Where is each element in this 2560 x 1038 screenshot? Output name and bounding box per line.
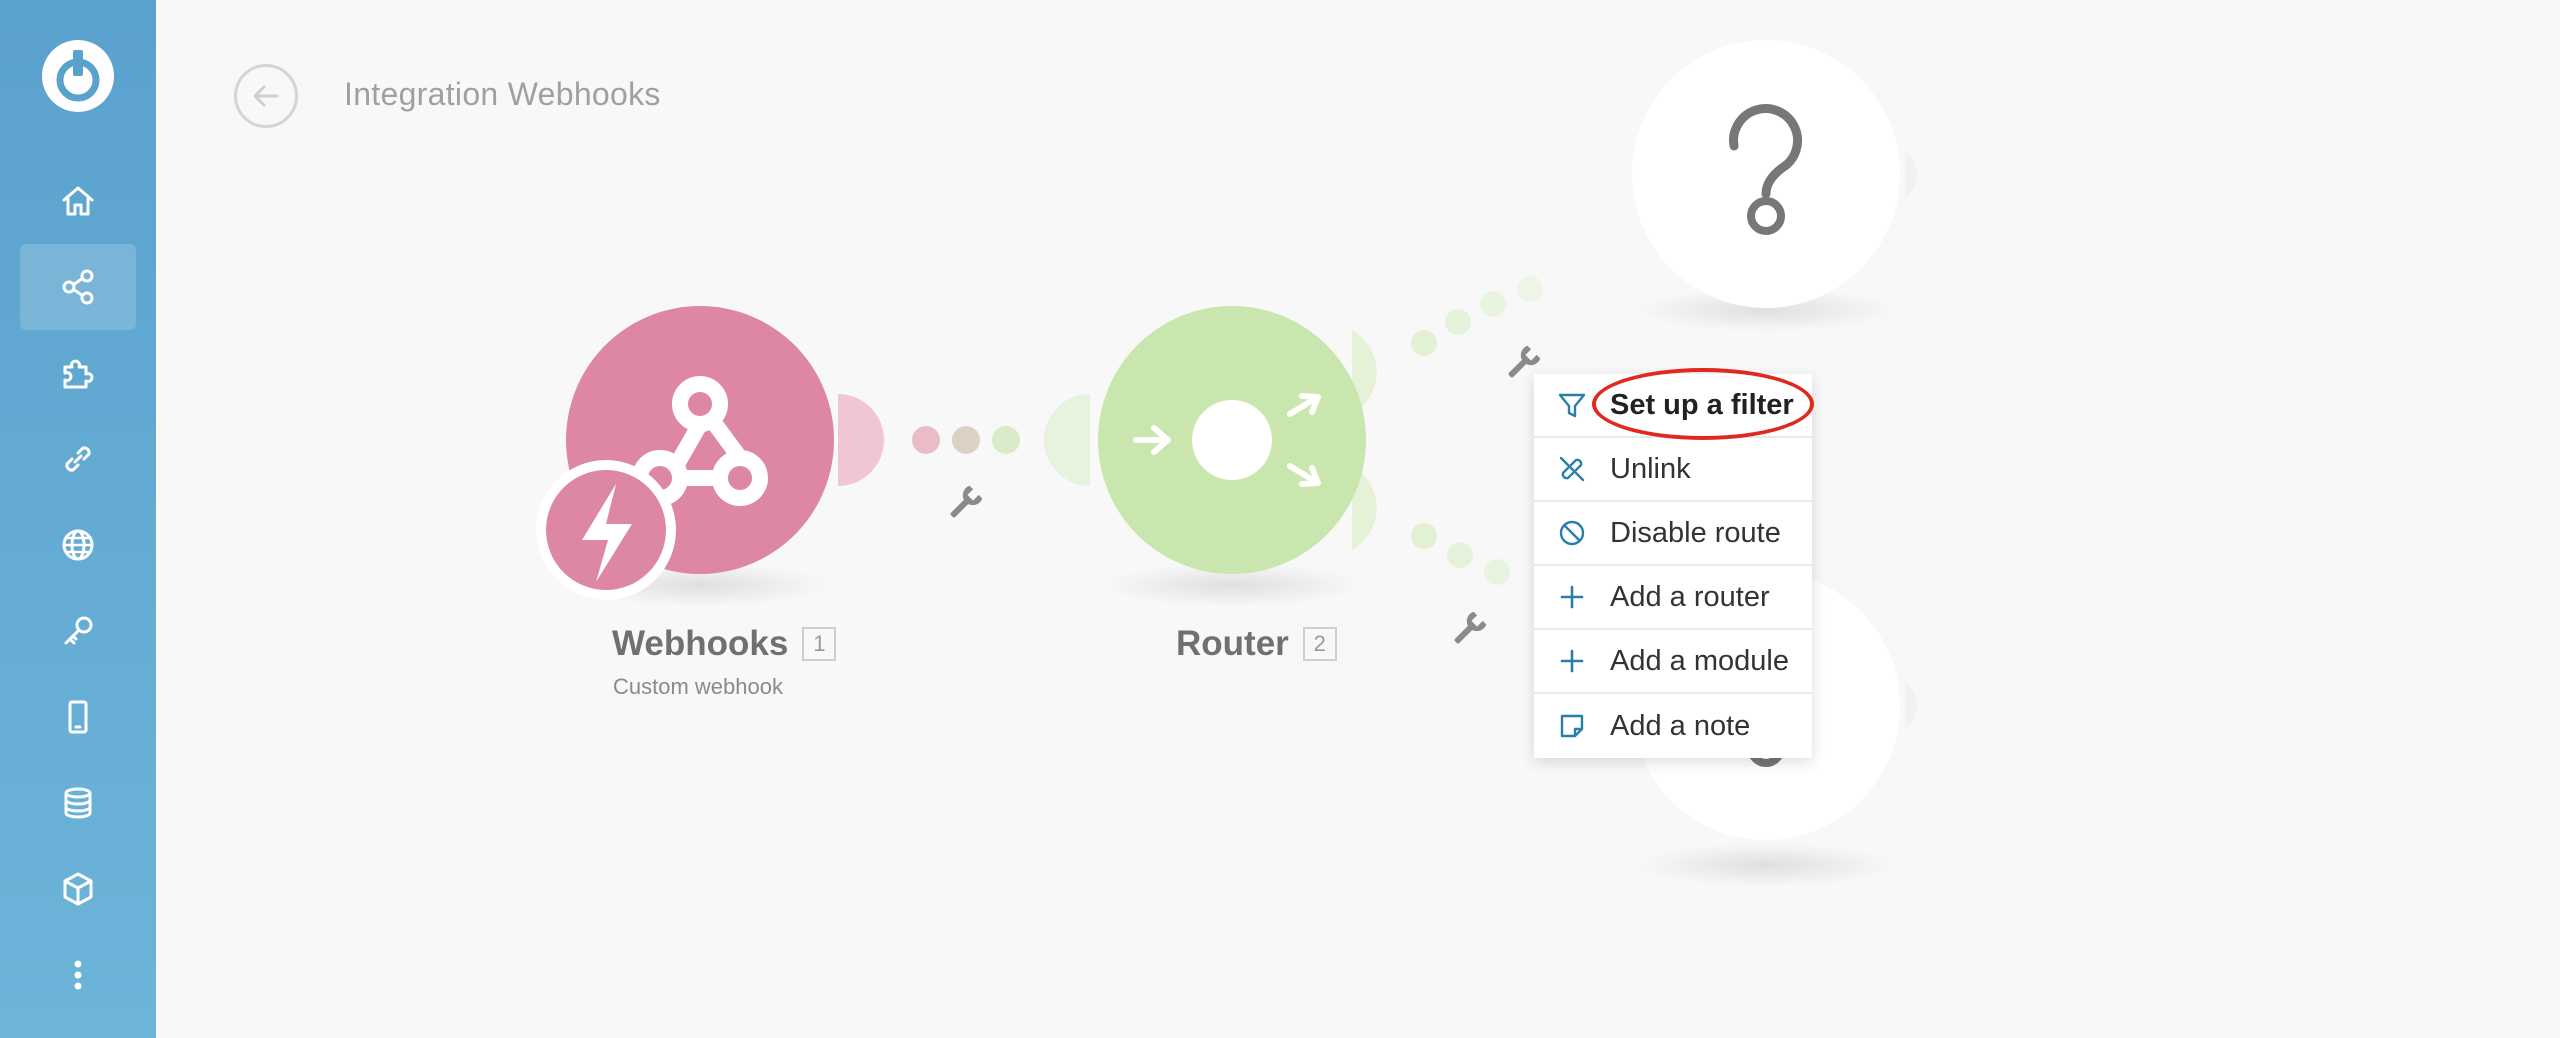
connector-router-route-1[interactable] [1411, 276, 1543, 356]
plus-icon [1534, 581, 1610, 613]
scenario-canvas [536, 40, 1918, 887]
router-input-port[interactable] [1044, 394, 1090, 486]
menu-item-label: Add a module [1610, 644, 1789, 677]
menu-item-add-module[interactable]: Add a module [1534, 630, 1812, 694]
menu-item-set-up-filter[interactable]: Set up a filter [1534, 368, 1814, 440]
unlink-icon [1534, 453, 1610, 485]
webhooks-module-subtitle: Custom webhook [613, 674, 783, 699]
route-context-menu: Set up a filter Unlink Disable route Add… [1534, 368, 1814, 758]
instant-trigger-badge [536, 460, 676, 600]
menu-item-label: Add a router [1610, 580, 1770, 613]
menu-item-unlink[interactable]: Unlink [1534, 438, 1812, 502]
menu-item-add-router[interactable]: Add a router [1534, 566, 1812, 630]
disable-icon [1534, 517, 1610, 549]
router-module-label: Router 2 [1176, 624, 1337, 664]
note-icon [1534, 710, 1610, 742]
connector-webhooks-router[interactable] [912, 426, 1020, 454]
plus-icon [1534, 645, 1610, 677]
connector-router-route-2[interactable] [1411, 523, 1510, 585]
menu-item-add-note[interactable]: Add a note [1534, 694, 1812, 758]
menu-item-disable-route[interactable]: Disable route [1534, 502, 1812, 566]
menu-item-label: Unlink [1610, 452, 1691, 485]
module-name: Router [1176, 624, 1289, 663]
wrench-icon[interactable] [1449, 611, 1487, 649]
menu-item-label: Set up a filter [1610, 388, 1794, 421]
module-name: Webhooks [612, 624, 789, 663]
module-index-badge: 2 [1302, 627, 1337, 661]
wrench-icon[interactable] [945, 485, 983, 523]
module-index-badge: 1 [802, 627, 837, 661]
menu-item-label: Add a note [1610, 709, 1751, 742]
filter-icon [1534, 389, 1610, 421]
webhooks-module[interactable] [536, 306, 834, 600]
webhooks-module-label: Webhooks 1 [612, 624, 837, 664]
webhooks-output-port[interactable] [838, 394, 884, 486]
router-module[interactable] [1098, 306, 1366, 574]
menu-item-label: Disable route [1610, 516, 1781, 549]
placeholder-module-top[interactable] [1632, 40, 1917, 308]
